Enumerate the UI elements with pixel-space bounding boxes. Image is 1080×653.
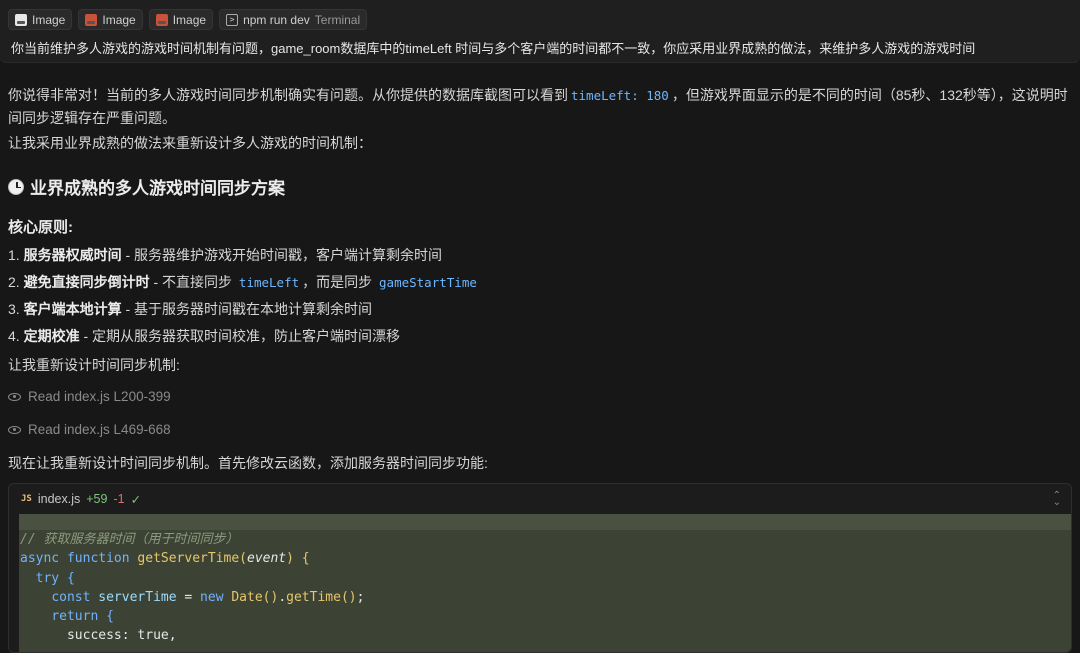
item-text: - 不直接同步 [149, 274, 236, 290]
code-class: Date [231, 589, 263, 605]
item-text: ，而是同步 [302, 274, 377, 290]
eye-icon [8, 392, 21, 401]
inline-code: timeLeft [238, 275, 300, 290]
code-keyword: const [51, 589, 91, 605]
code-keyword: async [20, 551, 60, 567]
item-text: - 服务器维护游戏开始时间戳，客户端计算剩余时间 [121, 247, 443, 263]
response-paragraph-2: 让我采用业界成熟的做法来重新设计多人游戏的时间机制： [8, 135, 372, 151]
user-message: Image Image Image > npm run dev Terminal… [0, 0, 1080, 63]
code-keyword: function [66, 551, 130, 567]
attachment-label: npm run dev [243, 12, 310, 27]
inline-code: gameStartTime [379, 275, 477, 290]
item-text: - 基于服务器时间戳在本地计算剩余时间 [121, 301, 373, 317]
js-file-icon: JS [21, 494, 32, 504]
image-icon [15, 13, 27, 26]
section-heading: 业界成熟的多人游戏时间同步方案 [8, 174, 285, 199]
attachment-sublabel: Terminal [314, 12, 361, 27]
response-paragraph-3: 让我重新设计时间同步机制: [8, 357, 180, 373]
code-diff-header[interactable]: JS index.js +59 -1 ✓ [9, 484, 1071, 514]
read-file-1[interactable]: Read index.js L200-399 [8, 389, 171, 404]
attachment-label: Image [32, 12, 66, 27]
code-comment: // 获取服务器时间（用于时间同步） [20, 532, 239, 547]
code-line: return { [51, 609, 114, 625]
item-title: 定期校准 [23, 328, 80, 344]
code-line: try { [35, 570, 75, 586]
read-label: Read index.js L200-399 [28, 389, 171, 404]
principle-item-3: 3. 客户端本地计算 - 基于服务器时间戳在本地计算剩余时间 [8, 298, 372, 320]
read-label: Read index.js L469-668 [28, 422, 171, 437]
attachment-label: Image [102, 12, 136, 27]
code-line: async function getServerTime(event) { [20, 551, 310, 567]
item-title: 避免直接同步倒计时 [23, 274, 150, 290]
expand-collapse-icon[interactable]: ⌃ ⌄ [1053, 491, 1061, 508]
item-number: 2. [8, 274, 20, 290]
attachment-terminal[interactable]: > npm run dev Terminal [219, 9, 368, 30]
text: 你说得非常对！当前的多人游戏时间同步机制确实有问题。从你提供的数据库截图可以看到 [8, 87, 568, 103]
item-title: 服务器权威时间 [23, 247, 122, 263]
code-param: event [247, 551, 287, 567]
item-text: - 定期从服务器获取时间校准，防止客户端时间漂移 [79, 328, 401, 344]
item-title: 客户端本地计算 [23, 301, 122, 317]
code-function: getServerTime [137, 551, 240, 567]
image-icon [155, 13, 168, 26]
code-diff-card: JS index.js +59 -1 ✓ ⌃ ⌄ // 获取服务器时间（用于时间同… [8, 483, 1072, 653]
item-number: 1. [8, 247, 20, 263]
attachment-image-2[interactable]: Image [78, 9, 143, 30]
code-key: success [66, 628, 122, 644]
attachment-image-1[interactable]: Image [8, 9, 73, 30]
code-line: // 获取服务器时间（用于时间同步） [19, 530, 1071, 549]
item-number: 4. [8, 328, 20, 344]
principle-item-1: 1. 服务器权威时间 - 服务器维护游戏开始时间戳，客户端计算剩余时间 [8, 244, 442, 266]
code-value: true [137, 628, 169, 644]
attachment-list: Image Image Image > npm run dev Terminal [8, 9, 368, 30]
terminal-icon: > [226, 13, 239, 26]
code-body: // 获取服务器时间（用于时间同步） async function getSer… [19, 514, 1071, 652]
inline-code: timeLeft: 180 [571, 88, 669, 103]
check-icon: ✓ [130, 492, 142, 507]
clock-icon [8, 178, 24, 195]
deletions-count: -1 [113, 492, 125, 506]
code-line: success: true, [66, 628, 177, 644]
user-message-text: 你当前维护多人游戏的游戏时间机制有问题，game_room数据库中的timeLe… [11, 41, 976, 56]
code-keyword: return [51, 609, 99, 625]
attachment-image-3[interactable]: Image [148, 9, 214, 30]
response-paragraph-4: 现在让我重新设计时间同步机制。首先修改云函数，添加服务器时间同步功能: [8, 455, 488, 471]
subheading: 核心原则: [8, 219, 73, 236]
principle-item-4: 4. 定期校准 - 定期从服务器获取时间校准，防止客户端时间漂移 [8, 325, 400, 347]
diff-hunk-bar [19, 514, 1071, 530]
attachment-label: Image [172, 12, 207, 27]
item-number: 3. [8, 301, 20, 317]
code-filename: index.js [37, 492, 81, 506]
read-file-2[interactable]: Read index.js L469-668 [8, 422, 171, 437]
principle-item-2: 2. 避免直接同步倒计时 - 不直接同步 timeLeft ，而是同步 gameS… [8, 271, 480, 294]
response-paragraph-1: 你说得非常对！当前的多人游戏时间同步机制确实有问题。从你提供的数据库截图可以看到… [8, 84, 1072, 129]
code-line: const serverTime = new Date().getTime(); [51, 589, 365, 605]
code-function: getTime [286, 589, 341, 605]
image-icon [85, 13, 98, 26]
heading-text: 业界成熟的多人游戏时间同步方案 [30, 179, 285, 198]
code-keyword: try [35, 570, 60, 586]
code-keyword: new [200, 589, 224, 605]
eye-icon [8, 425, 21, 434]
additions-count: +59 [86, 492, 108, 506]
code-variable: serverTime [98, 589, 177, 605]
